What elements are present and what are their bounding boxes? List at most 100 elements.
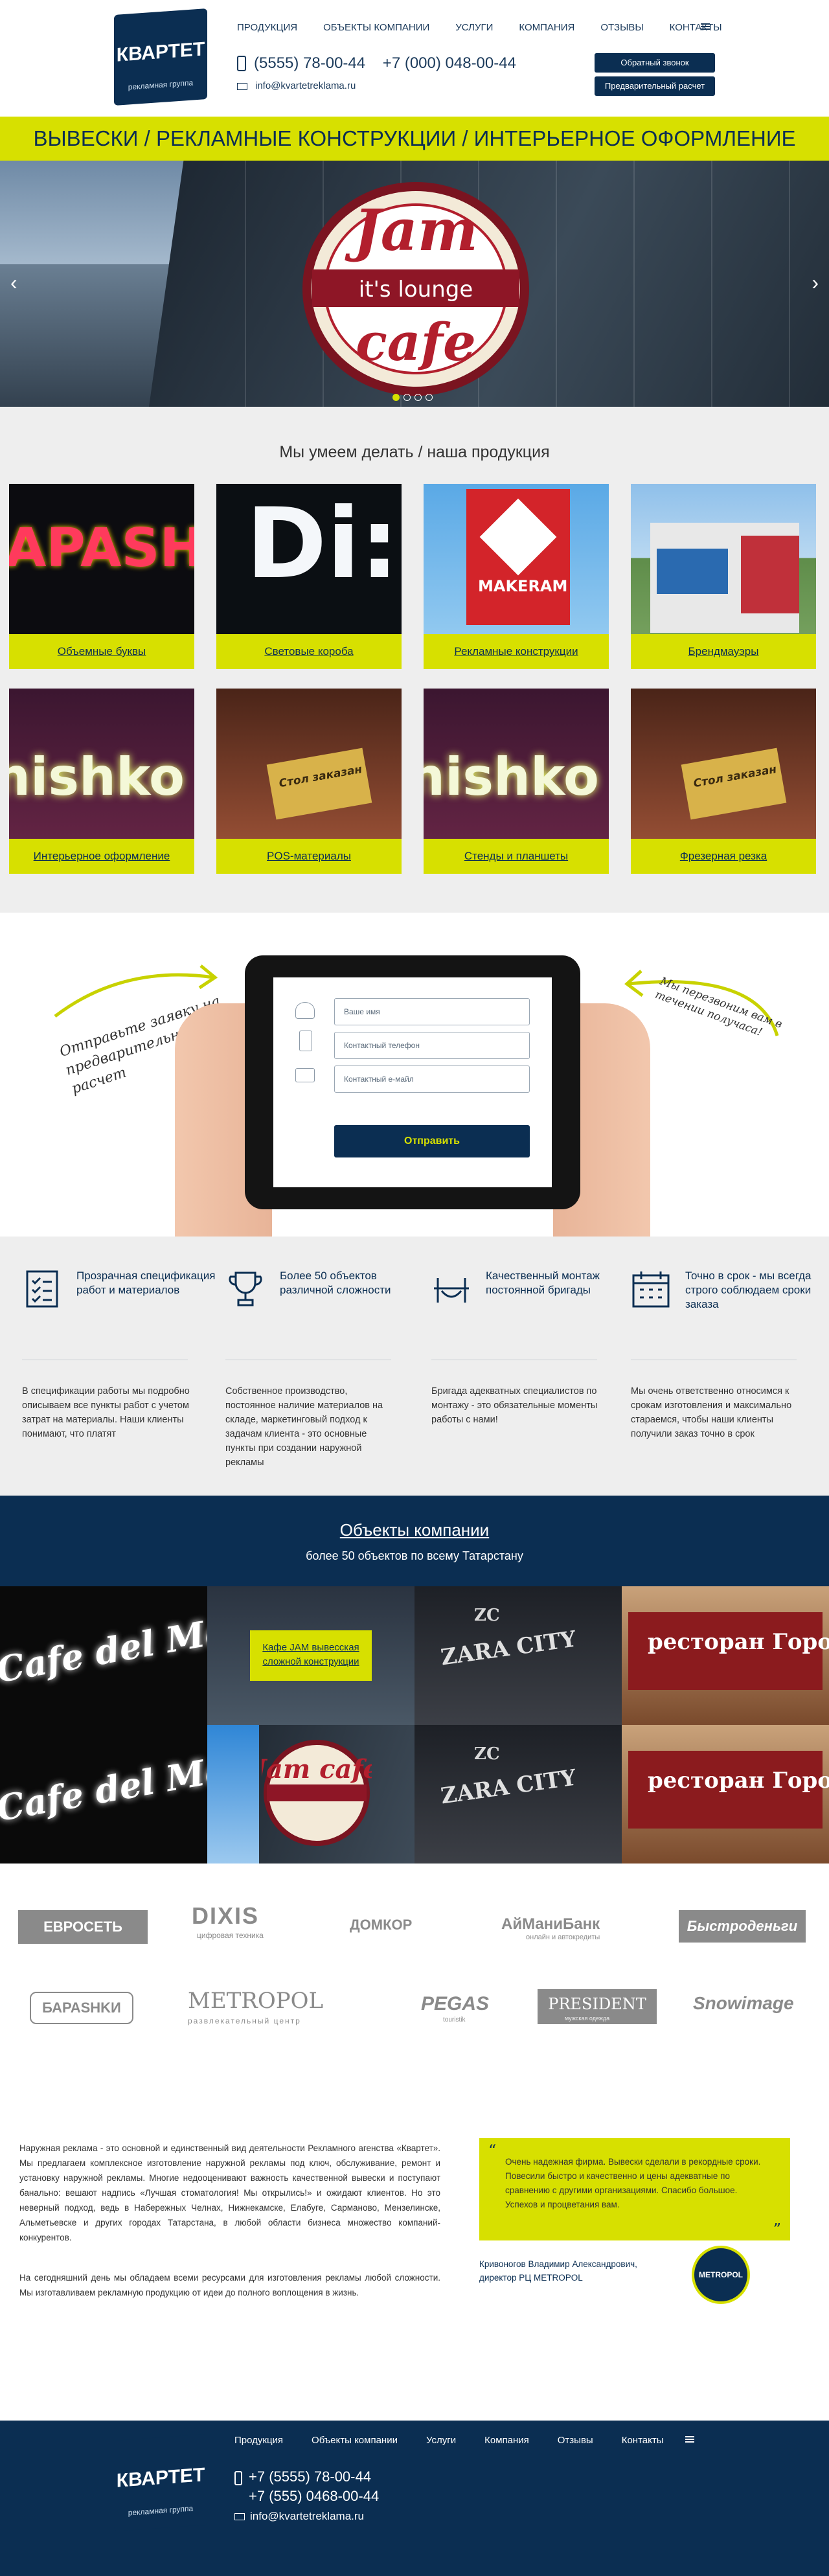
logo[interactable]: КВАРТЕТ рекламная группа [114, 8, 207, 106]
product-card-volume-letters[interactable]: APASH Объемные буквы [9, 484, 194, 669]
product-art-text: APASH [9, 518, 194, 579]
partner-logo-metropol-sub: развлекательный центр [188, 2016, 301, 2025]
header-phone-1[interactable]: (5555) 78-00-44 [254, 54, 365, 72]
objects-title[interactable]: Объекты компании [0, 1496, 829, 1540]
object-tile-cafe-del-mar[interactable]: Cafe del Mar [0, 1725, 207, 1864]
partner-logo-aimanibank[interactable]: АйМаниБанк [501, 1915, 600, 1933]
slider-dot[interactable] [414, 394, 422, 401]
hero-sign-image: Jam it's lounge cafe [302, 182, 529, 396]
product-card-pos-materials[interactable]: Стол заказан POS-материалы [216, 689, 402, 874]
footer-phone-2[interactable]: +7 (555) 0468-00-44 [249, 2488, 379, 2505]
phone-icon [299, 1031, 312, 1051]
object-tile-zara-city[interactable]: ZC ZARA CITY [414, 1586, 622, 1725]
nav-item-products[interactable]: ПРОДУКЦИЯ [237, 22, 297, 33]
footer-nav-services[interactable]: Услуги [426, 2435, 456, 2446]
feature-title: Прозрачная спецификация работ и материал… [76, 1270, 216, 1296]
feature-text: Мы очень ответственно относимся к срокам… [631, 1386, 792, 1439]
slider-dot[interactable] [392, 394, 400, 401]
avatar: METROPOL [692, 2246, 750, 2304]
product-card-stands[interactable]: nishko Стенды и планшеты [424, 689, 609, 874]
product-label: Световые короба [216, 634, 402, 669]
tagline-bar: ВЫВЕСКИ / РЕКЛАМНЫЕ КОНСТРУКЦИИ / ИНТЕРЬ… [0, 117, 829, 161]
product-label: POS-материалы [216, 839, 402, 874]
slider-dot[interactable] [403, 394, 411, 401]
tablet-device: Ваше имя Контактный телефон Контактный е… [245, 955, 580, 1209]
submit-button[interactable]: Отправить [334, 1125, 530, 1157]
partner-logo-euroset[interactable]: ЕВРОСЕТЬ [18, 1910, 148, 1944]
product-card-milling[interactable]: Стол заказан Фрезерная резка [631, 689, 816, 874]
hero-slider: Jam it's lounge cafe ‹ › [0, 161, 829, 407]
slider-next-icon[interactable]: › [812, 271, 819, 295]
nav-item-company[interactable]: КОМПАНИЯ [519, 22, 574, 33]
slider-prev-icon[interactable]: ‹ [10, 271, 17, 295]
object-art-text: Cafe del Mar [0, 1744, 207, 1830]
callback-button[interactable]: Обратный звонок [595, 53, 715, 73]
objects-gallery: Cafe del Mar Кафе JAM вывесская сложной … [0, 1586, 829, 1864]
feature-text: Собственное производство, постоянное нал… [225, 1386, 383, 1468]
logo-subtitle: рекламная группа [128, 2503, 194, 2518]
object-tile-gorodische[interactable]: ресторан Городище [622, 1725, 829, 1864]
footer-nav: Продукция Объекты компании Услуги Компан… [234, 2435, 692, 2446]
object-tile-zara-city[interactable]: ZC ZARA CITY [414, 1725, 622, 1864]
objects-header: Объекты компании более 50 объектов по вс… [0, 1496, 829, 1586]
envelope-icon [295, 1068, 315, 1082]
phone-field[interactable]: Контактный телефон [334, 1032, 530, 1059]
partner-logo-dixis[interactable]: DIXIS [192, 1902, 259, 1930]
object-tile-gorodische[interactable]: ресторан Городище [622, 1586, 829, 1725]
products-grid: APASH Объемные буквы Di:S Световые короб… [0, 484, 829, 874]
request-form: Ваше имя Контактный телефон Контактный е… [273, 977, 552, 1187]
menu-icon[interactable] [685, 2436, 694, 2443]
product-card-interior[interactable]: nishko Интерьерное оформление [9, 689, 194, 874]
product-label: Брендмауэры [631, 634, 816, 669]
footer-nav-products[interactable]: Продукция [234, 2435, 283, 2446]
name-field[interactable]: Ваше имя [334, 998, 530, 1025]
product-card-brandmauers[interactable]: Брендмауэры [631, 484, 816, 669]
partner-logo-barashki[interactable]: БАРАSHKИ [30, 1992, 133, 2024]
hero-sign-lounge: it's lounge [359, 277, 473, 302]
product-label: Объемные буквы [9, 634, 194, 669]
phone-icon [234, 2471, 242, 2485]
footer-email[interactable]: info@kvartetreklama.ru [234, 2510, 364, 2523]
product-art-banner [741, 536, 799, 613]
about-paragraph-1: Наружная реклама - это основной и единст… [19, 2143, 440, 2242]
request-form-section: Отправьте заявку на предварительный расч… [0, 913, 829, 1237]
object-art-text-zc: ZC [474, 1744, 500, 1764]
slider-dot[interactable] [426, 394, 433, 401]
products-section: Мы умеем делать / наша продукция APASH О… [0, 407, 829, 913]
partner-logo-metropol[interactable]: METROPOL [188, 1988, 323, 2014]
partner-logo-pegas-sub: touristik [443, 2016, 466, 2023]
nav-item-objects[interactable]: ОБЪЕКТЫ КОМПАНИИ [323, 22, 429, 33]
footer-nav-company[interactable]: Компания [484, 2435, 529, 2446]
header-email[interactable]: info@kvartetreklama.ru [237, 80, 356, 91]
partner-logo-domkor[interactable]: ДОМКОР [350, 1917, 412, 1933]
product-card-advertising-structures[interactable]: MAKERAM Рекламные конструкции [424, 484, 609, 669]
footer-email-text: info@kvartetreklama.ru [250, 2510, 364, 2522]
nav-item-contacts[interactable]: КОНТАКТЫ [670, 22, 722, 33]
object-tile-jam-cafe[interactable]: Кафе JAM вывесская сложной конструкции [207, 1586, 414, 1725]
object-tile-jam-cafe[interactable]: Jam cafe [207, 1725, 414, 1864]
header-phones: (5555) 78-00-44 +7 (000) 048-00-44 [237, 54, 516, 73]
product-art-text: nishko [424, 747, 599, 807]
partner-logo-pegas[interactable]: PEGAS [421, 1993, 489, 2015]
phone-icon [237, 56, 246, 71]
footer-nav-reviews[interactable]: Отзывы [558, 2435, 593, 2446]
object-tile-cafe-del-mar[interactable]: Cafe del Mar [0, 1586, 207, 1725]
nav-item-services[interactable]: УСЛУГИ [455, 22, 493, 33]
footer-logo[interactable]: КВАРТЕТ рекламная группа [114, 2434, 207, 2532]
product-art-text: Di:S [246, 488, 402, 600]
feature-title: Точно в срок - мы всегда строго соблюдае… [685, 1270, 812, 1310]
footer-nav-contacts[interactable]: Контакты [622, 2435, 664, 2446]
feature-title: Качественный монтаж постоянной бригады [486, 1270, 600, 1296]
calendar-icon [632, 1271, 670, 1308]
email-field[interactable]: Контактный е-майл [334, 1066, 530, 1093]
product-card-lightboxes[interactable]: Di:S Световые короба [216, 484, 402, 669]
footer-phone-1[interactable]: +7 (5555) 78-00-44 [249, 2468, 371, 2485]
nav-item-reviews[interactable]: ОТЗЫВЫ [600, 22, 643, 33]
menu-icon[interactable] [701, 23, 710, 30]
header-phone-2[interactable]: +7 (000) 048-00-44 [383, 54, 516, 72]
partner-logo-snowimage[interactable]: Snowimage [693, 1993, 794, 2014]
partner-logo-bystrodengi[interactable]: Быстроденьги [679, 1910, 806, 1943]
estimate-button[interactable]: Предварительный расчет [595, 76, 715, 96]
product-art-text: nishko [9, 747, 185, 807]
footer-nav-objects[interactable]: Объекты компании [312, 2435, 398, 2446]
